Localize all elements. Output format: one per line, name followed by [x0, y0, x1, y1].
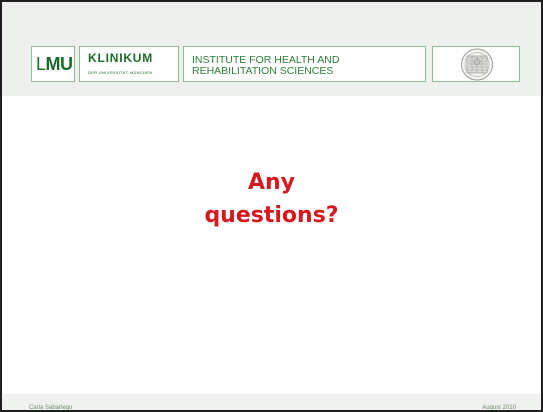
- lmu-logo-text: LMU: [36, 54, 73, 74]
- institute-name-line-2: REHABILITATION SCIENCES: [192, 65, 334, 77]
- footer-date: August 2010: [482, 405, 516, 411]
- klinikum-logo: KLINIKUM DER UNIVERSITÄT MÜNCHEN: [79, 46, 179, 82]
- footer-band: [2, 394, 541, 410]
- university-seal-icon: [461, 48, 493, 81]
- seal-box: [432, 46, 520, 82]
- footer-author: Carla Sabariego: [29, 405, 73, 411]
- slide: LMU KLINIKUM DER UNIVERSITÄT MÜNCHEN INS…: [0, 0, 543, 412]
- question-line-1: Any: [247, 170, 296, 195]
- institute-name-box: INSTITUTE FOR HEALTH AND REHABILITATION …: [183, 46, 426, 82]
- lmu-logo: LMU: [31, 46, 75, 82]
- klinikum-title: KLINIKUM: [88, 51, 154, 65]
- klinikum-subtitle: DER UNIVERSITÄT MÜNCHEN: [88, 70, 153, 75]
- question-line-2: questions?: [204, 203, 339, 228]
